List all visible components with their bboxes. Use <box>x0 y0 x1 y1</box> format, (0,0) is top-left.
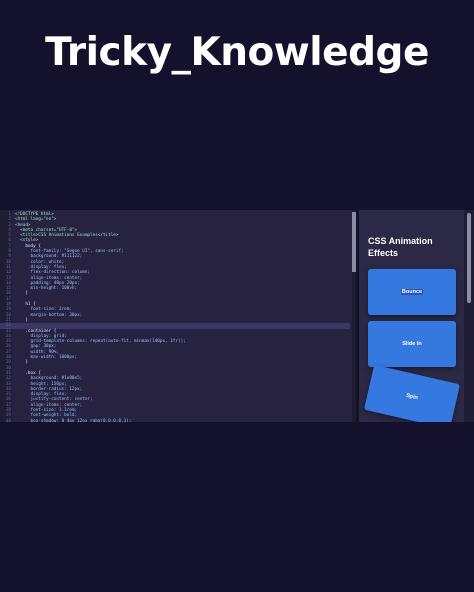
code-area[interactable]: 1 <!DOCTYPE html> 2 <html lang="en"> 3 <head>… <box>0 212 350 422</box>
slide-in-label: Slide In <box>402 341 422 347</box>
code-text: align-items: center; <box>15 275 83 281</box>
code-text: justify-content: center; <box>15 397 93 403</box>
preview-pane: CSS Animation Effects Bounce Slide In Sp… <box>359 210 464 422</box>
code-text: <html lang="en"> <box>15 217 57 223</box>
code-editor[interactable]: 1 <!DOCTYPE html> 2 <html lang="en"> 3 <head>… <box>0 210 352 422</box>
code-text: align-items: center; <box>15 402 83 408</box>
code-text: } <box>15 291 28 297</box>
page-title: Tricky_Knowledge <box>45 30 429 75</box>
preview-heading: CSS Animation Effects <box>368 236 433 258</box>
preview-scrollbar-thumb[interactable] <box>467 213 471 303</box>
spin-box[interactable]: Spin <box>363 364 461 422</box>
slide-in-box[interactable]: Slide In <box>368 321 456 367</box>
code-text: box-shadow: 0 4px 12px rgba(0,0,0,0.3); <box>15 418 132 422</box>
code-text: height: 150px; <box>15 381 67 387</box>
code-text: <head> <box>15 222 31 228</box>
code-text: .container { <box>15 328 57 334</box>
code-text: gap: 30px; <box>15 344 57 350</box>
editor-window: 1 <!DOCTYPE html> 2 <html lang="en"> 3 <head>… <box>0 210 474 422</box>
code-text: font-size: 2rem; <box>15 307 72 313</box>
code-text: <style> <box>15 238 39 244</box>
line-number: 40 <box>5 418 11 422</box>
code-text: background: #111122; <box>15 254 83 260</box>
code-text: flex-direction: column; <box>15 270 91 276</box>
bounce-box[interactable]: Bounce <box>368 269 456 315</box>
code-text: font-weight: bold; <box>15 413 78 419</box>
code-text: color: white; <box>15 259 65 265</box>
code-text: background: #1e88e5; <box>15 376 83 382</box>
code-text: margin-bottom: 30px; <box>15 312 83 318</box>
code-text: } <box>15 317 28 323</box>
bounce-label: Bounce <box>400 289 424 295</box>
code-line[interactable]: 40 box-shadow: 0 4px 12px rgba(0,0,0,0.3… <box>0 419 350 422</box>
code-text: width: 90%; <box>15 349 59 355</box>
preview-scrollbar[interactable] <box>464 210 474 422</box>
spin-label: Spin <box>405 392 419 402</box>
code-text: } <box>15 360 28 366</box>
